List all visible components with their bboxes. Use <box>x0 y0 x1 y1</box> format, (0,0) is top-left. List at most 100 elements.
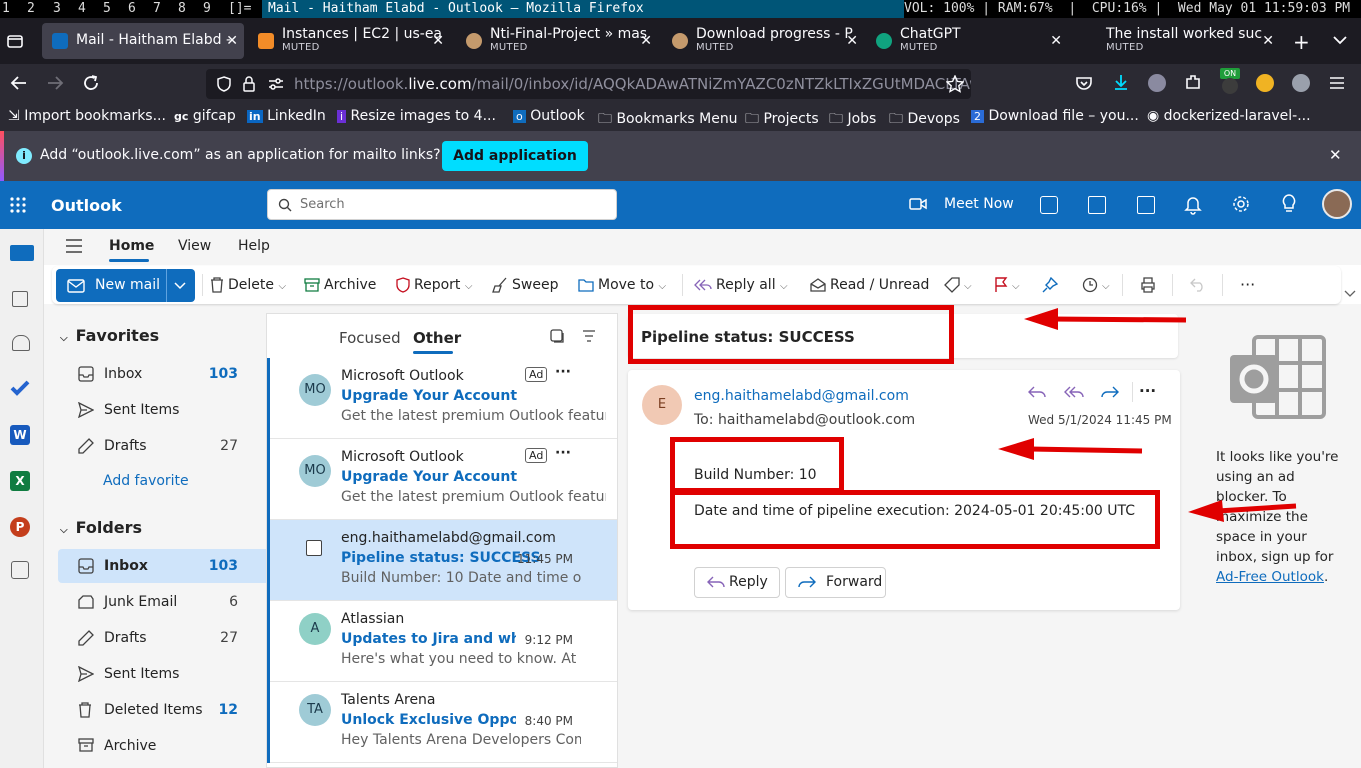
extension-k-icon[interactable] <box>1256 74 1274 92</box>
word-icon[interactable]: W <box>10 425 30 445</box>
tab-outlook[interactable]: Mail - Haitham Elabd - ✕ <box>42 23 244 59</box>
favorites-header[interactable]: ⌵ Favorites <box>60 326 159 345</box>
meet-now-button[interactable]: Meet Now <box>944 196 1014 212</box>
more-icon[interactable]: ··· <box>555 445 571 461</box>
reply-button[interactable]: Reply <box>694 567 780 598</box>
chevron-down-icon[interactable] <box>174 282 186 290</box>
teams-icon[interactable] <box>1040 196 1058 214</box>
close-tab-icon[interactable]: ✕ <box>226 33 238 49</box>
bookmark-projects-folder[interactable]: 🗀 Projects <box>745 108 819 132</box>
categorize-button[interactable]: ⌵ <box>944 266 972 304</box>
workspace-3[interactable]: 3 <box>53 0 61 18</box>
close-tab-icon[interactable]: ✕ <box>432 33 444 49</box>
list-item-selected[interactable]: eng.haithamelabd@gmail.com Pipeline stat… <box>267 520 617 601</box>
lock-icon[interactable] <box>242 76 256 92</box>
profile-avatar[interactable] <box>1322 189 1352 219</box>
fav-sent-items[interactable]: Sent Items <box>58 393 274 427</box>
downloads-icon[interactable] <box>1112 73 1130 91</box>
onenote-icon[interactable] <box>1088 196 1106 214</box>
bookmark-resize[interactable]: i Resize images to 4... <box>337 108 496 124</box>
calendar-icon[interactable] <box>12 291 28 307</box>
close-notification-icon[interactable]: ✕ <box>1329 146 1342 164</box>
folder-sent-items[interactable]: Sent Items <box>58 657 274 691</box>
close-tab-icon[interactable]: ✕ <box>846 33 858 49</box>
reply-all-icon[interactable] <box>1064 386 1084 400</box>
bookmark-gifcap[interactable]: gc gifcap <box>174 108 236 124</box>
reply-all-button[interactable]: Reply all ⌵ <box>694 266 788 304</box>
tab-ec2[interactable]: Instances | EC2 | us-ea MUTED ✕ <box>248 23 450 59</box>
shield-icon[interactable] <box>216 76 232 92</box>
layout-indicator[interactable]: []= <box>228 0 251 18</box>
mail-icon[interactable] <box>10 245 34 261</box>
filter-icon[interactable] <box>582 330 596 342</box>
close-tab-icon[interactable]: ✕ <box>1262 33 1274 49</box>
bookmark-import[interactable]: ⇲ Import bookmarks... <box>8 108 166 124</box>
powerpoint-icon[interactable]: P <box>10 517 30 537</box>
folders-header[interactable]: ⌵ Folders <box>60 518 142 537</box>
tab-download-progress[interactable]: Download progress - P MUTED ✕ <box>662 23 864 59</box>
extensions-icon[interactable] <box>1184 73 1202 91</box>
reload-icon[interactable] <box>82 74 100 92</box>
hamburger-menu-icon[interactable] <box>1329 76 1345 90</box>
archive-button[interactable]: Archive <box>304 266 376 304</box>
bookmark-outlook[interactable]: o Outlook <box>513 108 585 124</box>
bookmark-menu-folder[interactable]: 🗀 Bookmarks Menu <box>598 108 738 132</box>
people-icon[interactable] <box>12 335 30 351</box>
more-actions-icon[interactable]: ··· <box>1139 382 1156 400</box>
ribbon-expand-chevron-icon[interactable] <box>1344 290 1356 298</box>
move-to-button[interactable]: Move to ⌵ <box>578 266 666 304</box>
new-tab-icon[interactable]: + <box>1293 30 1310 54</box>
ad-free-outlook-link[interactable]: Ad-Free Outlook <box>1216 569 1324 585</box>
print-button[interactable] <box>1140 266 1160 304</box>
tab-jenkins[interactable]: Nti-Final-Project » mas MUTED ✕ <box>456 23 658 59</box>
close-tab-icon[interactable]: ✕ <box>640 33 652 49</box>
tab-focused[interactable]: Focused <box>339 329 401 347</box>
back-arrow-icon[interactable] <box>10 75 28 91</box>
folder-inbox[interactable]: Inbox 103 <box>58 549 274 583</box>
more-icon[interactable]: ··· <box>555 364 571 380</box>
list-item[interactable]: MO Microsoft Outlook Upgrade Your Accoun… <box>267 439 617 520</box>
bookmark-linkedin[interactable]: in LinkedIn <box>247 108 326 124</box>
workspace-7[interactable]: 7 <box>153 0 161 18</box>
todo-check-icon[interactable] <box>10 379 30 397</box>
bookmark-jobs-folder[interactable]: 🗀 Jobs <box>829 108 876 132</box>
tab-help[interactable]: Help <box>238 238 270 254</box>
select-mode-icon[interactable] <box>550 329 564 343</box>
extension-mask-icon[interactable] <box>1292 74 1310 92</box>
workspace-5[interactable]: 5 <box>103 0 111 18</box>
bookmark-devops-folder[interactable]: 🗀 Devops <box>889 108 960 132</box>
more-options-button[interactable]: ··· <box>1240 266 1255 304</box>
fav-inbox[interactable]: Inbox 103 <box>58 357 274 391</box>
lightbulb-icon[interactable] <box>1282 194 1296 214</box>
account-icon[interactable] <box>1148 74 1166 92</box>
app-title[interactable]: Outlook <box>51 196 122 215</box>
workspace-8[interactable]: 8 <box>178 0 186 18</box>
folder-archive[interactable]: Archive <box>58 729 274 763</box>
reply-icon[interactable] <box>1028 386 1046 400</box>
folder-drafts[interactable]: Drafts 27 <box>58 621 274 655</box>
search-box[interactable]: Search <box>267 189 617 220</box>
forward-button[interactable]: Forward <box>785 567 886 598</box>
tab-view[interactable]: View <box>178 238 211 254</box>
excel-icon[interactable]: X <box>10 471 30 491</box>
pin-button[interactable] <box>1042 266 1062 304</box>
tab-chatgpt[interactable]: ChatGPT MUTED ✕ <box>866 23 1068 59</box>
tab-other[interactable]: Other <box>413 329 461 347</box>
close-tab-icon[interactable]: ✕ <box>1050 33 1062 49</box>
list-tabs-chevron-icon[interactable] <box>1333 35 1347 45</box>
from-address[interactable]: eng.haithamelabd@gmail.com <box>694 388 909 404</box>
url-bar[interactable]: https://outlook.live.com/mail/0/inbox/id… <box>206 69 971 99</box>
permissions-icon[interactable] <box>268 77 284 91</box>
bell-icon[interactable] <box>1184 195 1202 215</box>
bookmark-star-icon[interactable] <box>946 75 964 93</box>
pocket-icon[interactable] <box>1075 75 1093 91</box>
app-launcher-icon[interactable] <box>10 197 26 213</box>
workspace-1[interactable]: 1 <box>2 0 10 18</box>
select-checkbox[interactable] <box>306 540 322 556</box>
folder-junk-email[interactable]: Junk Email 6 <box>58 585 274 619</box>
snooze-button[interactable]: ⌵ <box>1082 266 1110 304</box>
workspace-2[interactable]: 2 <box>27 0 35 18</box>
tab-install-worked[interactable]: The install worked suc MUTED ✕ <box>1072 23 1280 59</box>
flag-button[interactable]: ⌵ <box>994 266 1020 304</box>
nav-toggle-icon[interactable] <box>65 239 83 253</box>
